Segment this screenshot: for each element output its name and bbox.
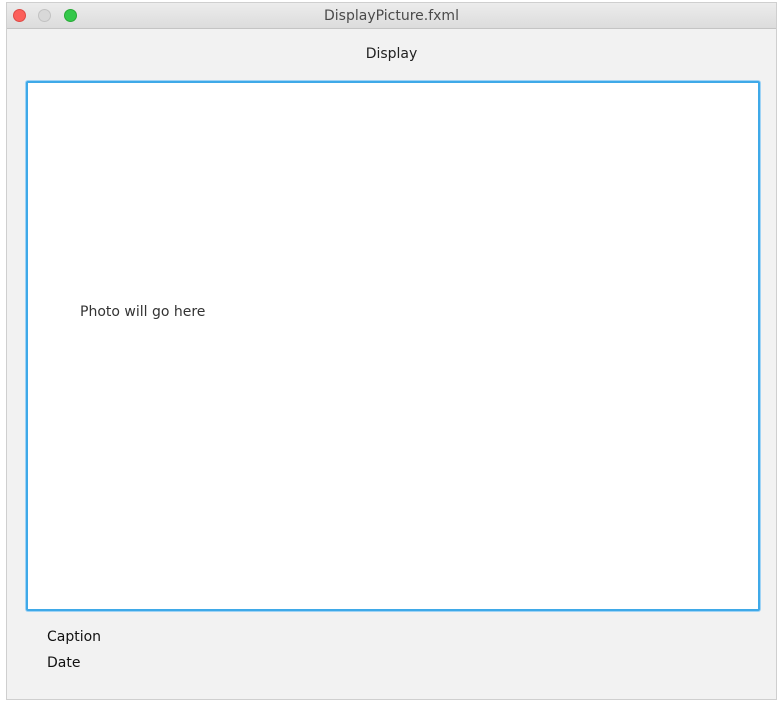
title-bar[interactable]: DisplayPicture.fxml	[7, 3, 776, 29]
date-label: Date	[47, 655, 81, 671]
display-heading: Display	[365, 46, 418, 62]
caption-label: Caption	[47, 629, 102, 645]
window-title: DisplayPicture.fxml	[324, 8, 459, 24]
photo-display-area[interactable]: Photo will go here	[26, 81, 760, 611]
photo-placeholder-label: Photo will go here	[80, 304, 206, 320]
app-window: DisplayPicture.fxml Display Photo will g…	[6, 2, 777, 700]
